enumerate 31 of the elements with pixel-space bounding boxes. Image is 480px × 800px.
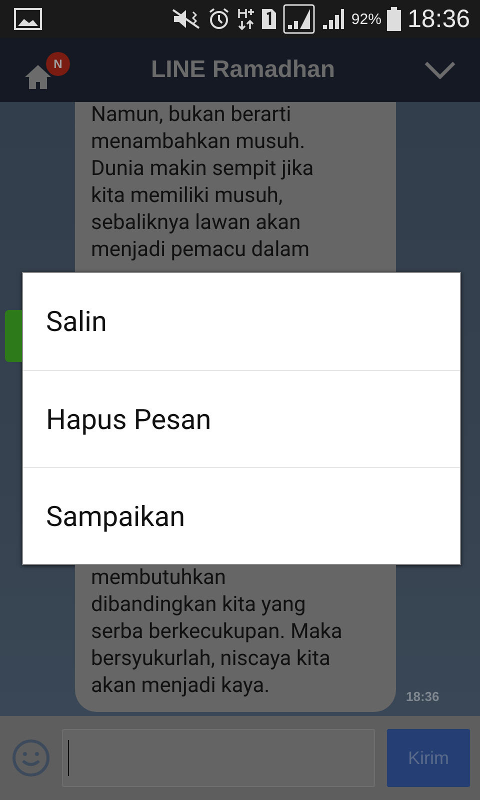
- message-text: akan menjadi kaya.: [91, 673, 270, 700]
- message-text: Namun, bukan berarti: [91, 102, 292, 129]
- battery-icon: [387, 7, 402, 31]
- battery-percentage: 92%: [351, 10, 382, 28]
- message-text: serba berkecukupan. Maka: [91, 619, 342, 646]
- sim-icon: [261, 8, 278, 30]
- menu-item[interactable]: Salin: [23, 273, 460, 370]
- message-text: menjadi pemacu dalam: [91, 237, 310, 264]
- message-text: menambahkan musuh.: [91, 129, 306, 156]
- chevron-down-icon[interactable]: [424, 61, 456, 79]
- menu-item[interactable]: Sampaikan: [23, 467, 460, 564]
- alarm-icon: [207, 7, 232, 31]
- clock-time: 18:36: [407, 4, 470, 34]
- chat-title: LINE Ramadhan: [150, 56, 336, 84]
- notification-badge: N: [46, 52, 70, 76]
- menu-item[interactable]: Hapus Pesan: [23, 370, 460, 467]
- home-icon[interactable]: [24, 64, 52, 90]
- data-arrows-icon: [237, 7, 256, 31]
- message-input-field[interactable]: [62, 729, 375, 787]
- mute-icon: [171, 8, 202, 30]
- signal-icon: [321, 7, 346, 31]
- message-text: bersyukurlah, niscaya kita: [91, 646, 330, 673]
- message-text: sebaliknya lawan akan: [91, 210, 301, 237]
- message-text: dibandingkan kita yang: [91, 592, 306, 619]
- message-time: 18:36: [406, 689, 440, 704]
- signal-icon: [283, 4, 316, 34]
- gallery-icon: [14, 8, 42, 30]
- message-text: Dunia makin sempit jika: [91, 156, 314, 183]
- message-text: membutuhkan: [91, 565, 226, 592]
- message-text: kita memiliki musuh,: [91, 183, 283, 210]
- message-bubble-edge: [5, 310, 22, 362]
